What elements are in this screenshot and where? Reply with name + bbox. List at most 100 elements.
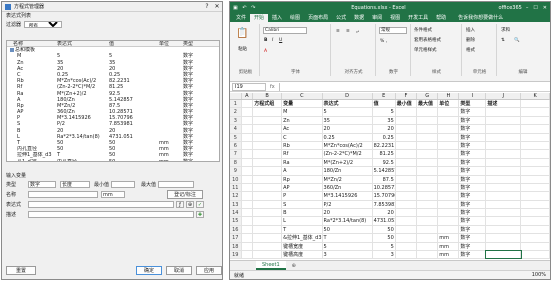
cell[interactable] — [242, 108, 254, 116]
cell[interactable]: 数字 — [459, 234, 487, 242]
cell[interactable] — [438, 116, 460, 125]
cell[interactable] — [486, 158, 522, 167]
cell[interactable] — [438, 133, 460, 141]
cell[interactable] — [396, 158, 417, 167]
cell[interactable] — [521, 158, 550, 167]
cell[interactable]: 5 — [323, 108, 373, 116]
cell[interactable]: 3 — [323, 251, 373, 259]
cell[interactable] — [417, 108, 439, 116]
row-header[interactable]: 11 — [230, 183, 242, 192]
paste-icon[interactable]: 📋 — [236, 28, 248, 39]
cell[interactable] — [396, 125, 417, 133]
cell[interactable] — [438, 225, 460, 234]
column-header[interactable]: E — [373, 93, 396, 99]
ribbon-tab[interactable]: 页面布局 — [304, 14, 332, 22]
cell[interactable] — [396, 192, 417, 200]
type-select[interactable]: 数字 — [28, 181, 56, 188]
help-icon[interactable]: ? — [202, 3, 212, 10]
minimize-icon[interactable]: – — [526, 5, 529, 11]
cell[interactable] — [253, 125, 283, 133]
row-header[interactable]: 17 — [230, 234, 242, 242]
cell[interactable] — [521, 242, 550, 251]
cell[interactable]: 最大值 — [417, 100, 439, 108]
cell[interactable] — [486, 116, 522, 125]
cell[interactable] — [521, 167, 550, 175]
cell[interactable] — [253, 242, 283, 251]
cell[interactable] — [417, 251, 439, 259]
row-header[interactable]: 7 — [230, 150, 242, 158]
register-button[interactable]: 登记/标注 — [167, 190, 203, 199]
cell[interactable] — [253, 175, 283, 183]
cell[interactable]: 数字 — [459, 158, 487, 167]
max-input[interactable] — [158, 181, 195, 188]
row-header[interactable]: 12 — [230, 192, 242, 200]
insert-cells-button[interactable]: 插入 — [466, 27, 475, 33]
cell[interactable]: L — [282, 217, 323, 225]
cell[interactable] — [253, 133, 283, 141]
cell-styles-button[interactable]: 单元格样式 — [414, 47, 437, 53]
cell[interactable] — [438, 150, 460, 158]
wrap-text-icon[interactable]: ⤶ — [356, 29, 359, 35]
column-header[interactable]: D — [323, 93, 373, 99]
cell[interactable] — [417, 158, 439, 167]
cell[interactable]: 数字 — [459, 217, 487, 225]
cell[interactable] — [242, 183, 254, 192]
ribbon-tab[interactable]: 审阅 — [368, 14, 386, 22]
cell[interactable] — [521, 125, 550, 133]
sort-filter-icon[interactable]: ⇅ — [501, 38, 505, 43]
cell[interactable]: T — [282, 225, 323, 234]
add-icon[interactable]: ✚ — [196, 211, 204, 218]
column-header[interactable]: F — [396, 93, 418, 99]
cancel-button[interactable]: 取消 — [166, 266, 192, 275]
close-icon[interactable]: ✕ — [543, 5, 547, 11]
length-select[interactable]: 长度 — [60, 181, 90, 188]
ribbon-tab[interactable]: 文件 — [232, 14, 250, 22]
row-header[interactable]: 19 — [230, 251, 242, 259]
cell[interactable]: 81.25 — [373, 150, 396, 158]
cell[interactable]: 数字 — [459, 175, 487, 183]
cell[interactable]: 5.142857 — [373, 167, 396, 175]
undo-icon[interactable]: ↶ — [242, 5, 246, 11]
cell[interactable]: Rf — [282, 150, 323, 158]
cell[interactable]: 360/Zn — [323, 183, 373, 192]
expression-input[interactable] — [28, 201, 174, 208]
cell[interactable]: 4731.051 — [373, 217, 396, 225]
cell[interactable]: 35 — [323, 116, 373, 125]
cell[interactable]: 82.2231 — [373, 141, 396, 150]
col-type[interactable]: 类型 — [183, 41, 213, 47]
cell[interactable]: 20 — [323, 125, 373, 133]
cell[interactable]: M*Zn*cos(Ac)/2 — [323, 141, 373, 150]
cell[interactable] — [438, 158, 460, 167]
cell[interactable] — [253, 167, 283, 175]
cell[interactable] — [438, 167, 460, 175]
cell[interactable]: P/2 — [323, 200, 373, 209]
cell[interactable] — [417, 125, 439, 133]
cell[interactable] — [486, 183, 522, 192]
cell[interactable]: 15.70796 — [373, 192, 396, 200]
cell[interactable]: 键槽高度 — [282, 251, 323, 259]
cell[interactable] — [396, 234, 417, 242]
cell[interactable] — [486, 133, 522, 141]
cell[interactable] — [485, 249, 523, 259]
cell[interactable]: 5 — [373, 242, 396, 251]
cell[interactable] — [242, 209, 254, 217]
cell[interactable] — [242, 150, 254, 158]
ribbon-tab[interactable]: 开始 — [250, 14, 269, 22]
name-box[interactable]: I19 — [232, 82, 266, 91]
select-all-corner[interactable] — [230, 93, 242, 99]
ribbon-tab[interactable]: 数据 — [350, 14, 368, 22]
cell[interactable] — [521, 108, 550, 116]
cell[interactable] — [253, 217, 283, 225]
col-expr[interactable]: 表达式 — [57, 41, 109, 46]
cell[interactable] — [417, 242, 439, 251]
row-header[interactable]: 15 — [230, 217, 242, 225]
column-header[interactable]: B — [253, 93, 283, 99]
cell[interactable] — [396, 209, 417, 217]
cell[interactable] — [438, 108, 460, 116]
cell[interactable] — [396, 133, 417, 141]
reset-button[interactable]: 重置 — [6, 266, 36, 275]
cell[interactable]: 数字 — [459, 108, 487, 116]
cell[interactable]: 键槽宽度 — [282, 242, 323, 251]
cell[interactable] — [242, 217, 254, 225]
cell[interactable] — [396, 217, 417, 225]
